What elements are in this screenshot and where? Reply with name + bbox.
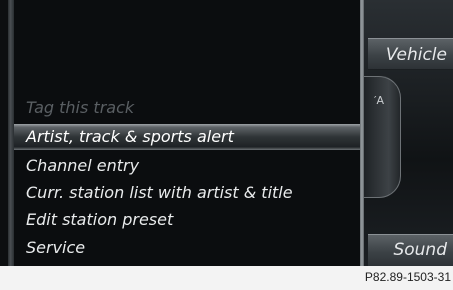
menu-item-edit-station-preset[interactable]: Edit station preset: [14, 207, 360, 233]
menu-item-channel-entry[interactable]: Channel entry: [14, 153, 360, 179]
knob-mark: ′A: [374, 94, 385, 107]
infotainment-screen: ′A Vehicle Sound Tag this track Artist, …: [0, 0, 453, 266]
right-divider: [360, 0, 364, 266]
sound-button[interactable]: Sound: [368, 234, 453, 266]
menu-item-tag-this-track: Tag this track: [26, 98, 135, 117]
menu-item-station-list[interactable]: Curr. station list with artist & title: [14, 180, 360, 206]
vehicle-button[interactable]: Vehicle: [368, 38, 453, 70]
options-menu: Tag this track Artist, track & sports al…: [14, 0, 360, 266]
menu-item-service[interactable]: Service: [14, 235, 360, 261]
menu-item-artist-track-sports-alert[interactable]: Artist, track & sports alert: [14, 124, 360, 150]
figure-code: P82.89-1503-31: [364, 270, 451, 284]
